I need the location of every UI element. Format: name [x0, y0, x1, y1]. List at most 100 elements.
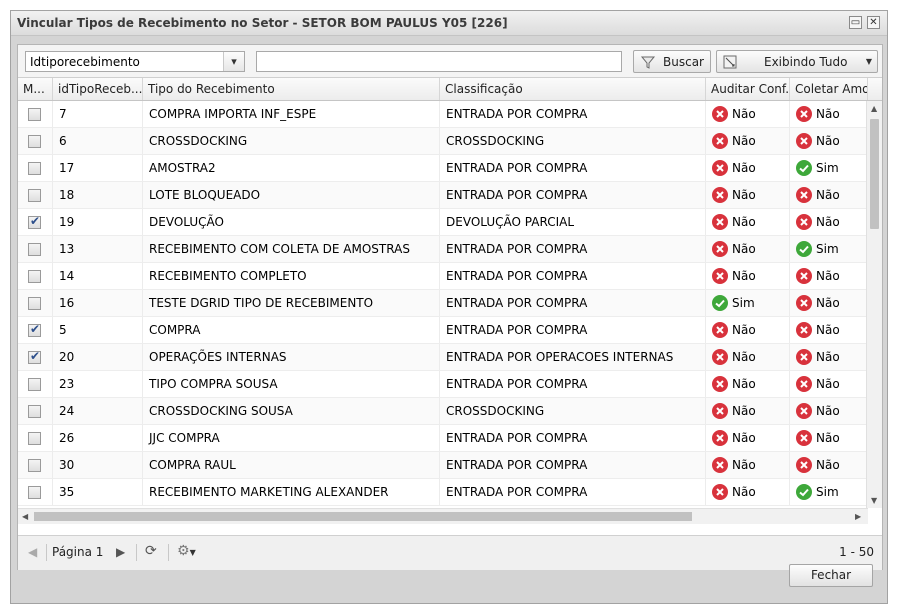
table-row[interactable]: ✔ 20 OPERAÇÕES INTERNAS ENTRADA POR OPERACO…	[18, 344, 868, 371]
table-row[interactable]: 24 CROSSDOCKING SOUSA CROSSDOCKING Não Não	[18, 398, 868, 425]
cell-coletar: Não	[790, 317, 868, 343]
row-checkbox[interactable]: ✔	[28, 322, 41, 337]
cell-id: 23	[53, 371, 143, 397]
row-checkbox[interactable]	[28, 189, 41, 202]
cell-coletar: Sim	[790, 479, 868, 505]
scroll-up-icon[interactable]: ▲	[871, 104, 877, 113]
flag-label: Não	[732, 431, 756, 445]
flag-label: Não	[816, 404, 840, 418]
row-select-cell: ✔	[18, 317, 53, 343]
cell-classificacao: ENTRADA POR COMPRA	[440, 479, 706, 505]
column-header-id[interactable]: idTipoReceb...	[53, 78, 143, 100]
table-row[interactable]: 7 COMPRA IMPORTA INF_ESPE ENTRADA POR COMP…	[18, 101, 868, 128]
table-row[interactable]: 30 COMPRA RAUL ENTRADA POR COMPRA Não Não	[18, 452, 868, 479]
row-checkbox[interactable]	[28, 297, 41, 310]
check-circle-icon	[796, 159, 812, 176]
cell-tipo: AMOSTRA2	[143, 155, 440, 181]
view-filter-button[interactable]: Exibindo Tudo ▼	[716, 50, 878, 73]
cell-auditar: Não	[706, 236, 790, 262]
chevron-down-icon[interactable]: ▾	[223, 52, 244, 71]
column-header-classificacao[interactable]: Classificação	[440, 78, 706, 100]
cell-auditar: Não	[706, 371, 790, 397]
refresh-icon[interactable]: ⟳	[145, 543, 157, 559]
row-checkbox[interactable]	[28, 243, 41, 256]
check-circle-icon	[796, 483, 812, 500]
search-input[interactable]	[256, 51, 622, 72]
cell-id: 24	[53, 398, 143, 424]
cell-tipo: OPERAÇÕES INTERNAS	[143, 344, 440, 370]
cell-tipo: COMPRA	[143, 317, 440, 343]
x-circle-icon	[712, 240, 728, 257]
flag-label: Não	[816, 215, 840, 229]
row-checkbox[interactable]	[28, 432, 41, 445]
row-checkbox[interactable]: ✔	[28, 349, 41, 364]
pager-separator	[168, 544, 169, 561]
column-header-tipo[interactable]: Tipo do Recebimento	[143, 78, 440, 100]
table-row[interactable]: 23 TIPO COMPRA SOUSA ENTRADA POR COMPRA Não…	[18, 371, 868, 398]
row-checkbox[interactable]: ✔	[28, 214, 41, 229]
scroll-left-icon[interactable]: ◀	[22, 512, 28, 521]
row-checkbox[interactable]	[28, 270, 41, 283]
cell-coletar: Sim	[790, 236, 868, 262]
grid-panel: Idtiporecebimento ▾ Buscar Exibindo Tudo…	[17, 44, 883, 570]
table-row[interactable]: 14 RECEBIMENTO COMPLETO ENTRADA POR COMPRA…	[18, 263, 868, 290]
grid-body: 7 COMPRA IMPORTA INF_ESPE ENTRADA POR COMP…	[18, 101, 868, 508]
column-header-coletar[interactable]: Coletar Amo...	[790, 78, 868, 100]
flag-label: Não	[732, 107, 756, 121]
flag-label: Não	[816, 188, 840, 202]
flag-label: Não	[732, 377, 756, 391]
previous-page-icon[interactable]: ◀	[28, 545, 37, 559]
row-select-cell	[18, 290, 53, 316]
x-circle-icon	[796, 348, 812, 365]
check-circle-icon	[796, 240, 812, 257]
gear-icon[interactable]: ⚙▼	[177, 543, 196, 559]
column-header-mark[interactable]: M...	[18, 78, 53, 100]
cell-classificacao: ENTRADA POR COMPRA	[440, 182, 706, 208]
table-row[interactable]: 35 RECEBIMENTO MARKETING ALEXANDER ENTRADA…	[18, 479, 868, 506]
row-checkbox[interactable]	[28, 459, 41, 472]
title-bar[interactable]: Vincular Tipos de Recebimento no Setor -…	[11, 11, 887, 36]
table-row[interactable]: ✔ 5 COMPRA ENTRADA POR COMPRA Não Não	[18, 317, 868, 344]
flag-label: Não	[732, 323, 756, 337]
row-checkbox[interactable]	[28, 378, 41, 391]
table-row[interactable]: ✔ 19 DEVOLUÇÃO DEVOLUÇÃO PARCIAL Não Não	[18, 209, 868, 236]
scroll-right-icon[interactable]: ▶	[855, 512, 861, 521]
cell-classificacao: CROSSDOCKING	[440, 128, 706, 154]
record-range: 1 - 50	[839, 545, 874, 559]
flag-label: Não	[816, 350, 840, 364]
table-row[interactable]: 18 LOTE BLOQUEADO ENTRADA POR COMPRA Não Não	[18, 182, 868, 209]
vertical-scroll-thumb[interactable]	[870, 119, 879, 229]
flag-label: Não	[732, 161, 756, 175]
vertical-scrollbar[interactable]: ▲ ▼	[866, 101, 882, 508]
search-button-label: Buscar	[663, 55, 704, 69]
close-button[interactable]: Fechar	[789, 564, 873, 587]
cell-coletar: Não	[790, 182, 868, 208]
filter-field-select[interactable]: Idtiporecebimento ▾	[25, 51, 245, 72]
cell-coletar: Sim	[790, 155, 868, 181]
horizontal-scroll-thumb[interactable]	[34, 512, 692, 521]
table-row[interactable]: 26 JJC COMPRA ENTRADA POR COMPRA Não Não	[18, 425, 868, 452]
row-checkbox[interactable]	[28, 135, 41, 148]
next-page-icon[interactable]: ▶	[116, 545, 125, 559]
table-row[interactable]: 17 AMOSTRA2 ENTRADA POR COMPRA Não Sim	[18, 155, 868, 182]
close-icon[interactable]: ✕	[867, 16, 880, 29]
table-row[interactable]: 13 RECEBIMENTO COM COLETA DE AMOSTRAS ENTR…	[18, 236, 868, 263]
maximize-icon[interactable]: ▭	[849, 16, 862, 29]
horizontal-scrollbar[interactable]: ◀ ▶	[18, 508, 868, 524]
row-checkbox[interactable]	[28, 486, 41, 499]
table-row[interactable]: 6 CROSSDOCKING CROSSDOCKING Não Não	[18, 128, 868, 155]
cell-classificacao: ENTRADA POR COMPRA	[440, 317, 706, 343]
row-checkbox[interactable]	[28, 162, 41, 175]
flag-label: Não	[732, 242, 756, 256]
column-header-auditar[interactable]: Auditar Conf...	[706, 78, 790, 100]
scroll-down-icon[interactable]: ▼	[871, 496, 877, 505]
row-checkbox[interactable]	[28, 405, 41, 418]
row-select-cell	[18, 182, 53, 208]
row-select-cell	[18, 425, 53, 451]
row-checkbox[interactable]	[28, 108, 41, 121]
cell-auditar: Sim	[706, 290, 790, 316]
table-row[interactable]: 16 TESTE DGRID TIPO DE RECEBIMENTO ENTRADA…	[18, 290, 868, 317]
x-circle-icon	[796, 321, 812, 338]
search-button[interactable]: Buscar	[633, 50, 711, 73]
cell-auditar: Não	[706, 317, 790, 343]
